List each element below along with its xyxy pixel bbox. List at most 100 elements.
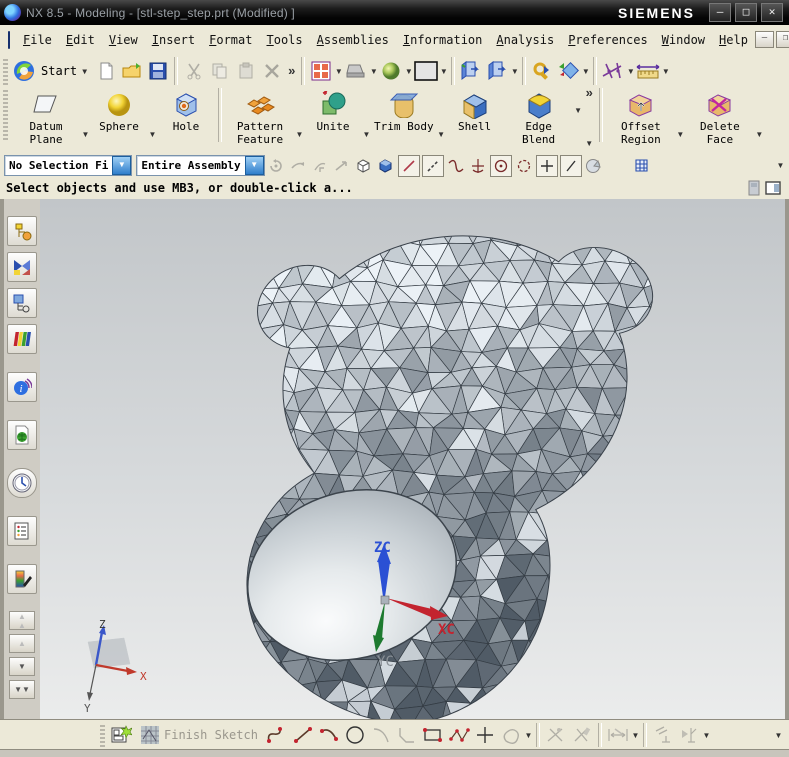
copy-icon[interactable]	[207, 58, 233, 84]
minimize-button[interactable]: –	[709, 3, 731, 22]
window-dock-icon[interactable]	[765, 180, 781, 196]
chevron-down-icon[interactable]: ▼	[404, 67, 413, 76]
chevron-down-icon[interactable]: ▼	[574, 106, 583, 115]
open-icon[interactable]	[119, 58, 145, 84]
dashed-circle-icon[interactable]	[514, 156, 534, 176]
chevron-down-icon[interactable]: ▼	[369, 67, 378, 76]
toolbar-grip[interactable]	[100, 723, 105, 747]
menu-analysis[interactable]: Analysis	[489, 30, 561, 50]
make-symmetric-icon[interactable]	[676, 722, 702, 748]
web-browser-icon[interactable]	[7, 420, 37, 450]
chevron-down-icon[interactable]: ▼	[295, 130, 304, 139]
feature-overflow-chevron[interactable]: »	[583, 88, 596, 98]
chamfer-icon[interactable]	[394, 722, 420, 748]
line-toggle-icon[interactable]	[398, 155, 420, 177]
rotate-icon[interactable]	[309, 155, 331, 177]
menu-window[interactable]: Window	[655, 30, 712, 50]
chevron-down-icon[interactable]: ▼	[112, 156, 131, 175]
move-icon[interactable]	[287, 155, 309, 177]
quick-trim-icon[interactable]	[543, 722, 569, 748]
pattern-feature-button[interactable]: Pattern Feature	[225, 88, 295, 152]
maximize-button[interactable]: □	[735, 3, 757, 22]
point-icon[interactable]	[472, 722, 498, 748]
menu-assemblies[interactable]: Assemblies	[310, 30, 396, 50]
window-in-icon[interactable]	[458, 58, 484, 84]
sketch-task-icon[interactable]	[108, 722, 134, 748]
chevron-down-icon[interactable]: ▼	[585, 139, 594, 148]
grid-snap-icon[interactable]	[631, 155, 653, 177]
edge-blend-button[interactable]: Edge Blend	[504, 88, 574, 152]
chevron-down-icon[interactable]: ▼	[676, 130, 685, 139]
part-navigator-icon[interactable]	[7, 288, 37, 318]
profile-icon[interactable]	[264, 722, 290, 748]
rectangle-icon[interactable]	[420, 722, 446, 748]
chevron-down-icon[interactable]: ▼	[774, 731, 783, 740]
chevron-down-icon[interactable]: ▼	[148, 130, 157, 139]
face-style-icon[interactable]	[413, 58, 439, 84]
finish-sketch-button[interactable]: Finish Sketch	[134, 723, 264, 747]
command-finder-icon[interactable]	[529, 58, 555, 84]
chevron-down-icon[interactable]: ▼	[439, 67, 448, 76]
transform-icon[interactable]	[331, 155, 353, 177]
constraint-navigator-icon[interactable]	[7, 252, 37, 282]
delete-face-button[interactable]: Delete Face	[685, 88, 755, 152]
chevron-down-icon[interactable]: ▼	[362, 130, 371, 139]
toolbar-grip[interactable]	[3, 57, 8, 84]
title-bar[interactable]: NX 8.5 - Modeling - [stl-step_step.prt (…	[0, 0, 789, 25]
chevron-down-icon[interactable]: ▼	[81, 130, 90, 139]
materials-icon[interactable]	[7, 564, 37, 594]
view-layout-icon[interactable]	[308, 58, 334, 84]
sphere-point-icon[interactable]	[583, 155, 605, 177]
new-icon[interactable]	[93, 58, 119, 84]
more-curves-icon[interactable]	[498, 722, 524, 748]
selection-scope-combo[interactable]: Entire Assembly ▼	[136, 155, 264, 176]
toolbar-overflow-chevron[interactable]: »	[285, 66, 298, 76]
unite-button[interactable]: Unite	[304, 88, 362, 152]
chevron-down-icon[interactable]: ▼	[755, 130, 764, 139]
ruler-icon[interactable]	[635, 58, 661, 84]
chevron-down-icon[interactable]: ▼	[661, 67, 670, 76]
scroll-bottom-icon[interactable]: ▼▼	[9, 680, 35, 699]
menu-insert[interactable]: Insert	[145, 30, 202, 50]
chevron-down-icon[interactable]: ▼	[437, 130, 446, 139]
chevron-down-icon[interactable]: ▼	[702, 731, 711, 740]
menu-information[interactable]: Information	[396, 30, 489, 50]
circle-icon[interactable]	[342, 722, 368, 748]
scroll-down-icon[interactable]: ▼	[9, 657, 35, 676]
measure-icon[interactable]	[600, 58, 626, 84]
nx-logo-icon[interactable]	[11, 58, 37, 84]
assembly-navigator-icon[interactable]	[7, 216, 37, 246]
shaded-view-icon[interactable]	[378, 58, 404, 84]
circle-center-icon[interactable]	[490, 155, 512, 177]
start-button[interactable]: Start ▼	[37, 62, 93, 80]
constraints-icon[interactable]	[650, 722, 676, 748]
studio-spline-icon[interactable]	[446, 722, 472, 748]
menu-edit[interactable]: Edit	[59, 30, 102, 50]
chevron-down-icon[interactable]: ▼	[631, 731, 640, 740]
chevron-down-icon[interactable]: ▼	[776, 161, 785, 170]
line-icon[interactable]	[290, 722, 316, 748]
cut-icon[interactable]	[181, 58, 207, 84]
arc-center-icon[interactable]	[468, 156, 488, 176]
dialog-rail-icon[interactable]	[747, 180, 761, 196]
menu-format[interactable]: Format	[202, 30, 259, 50]
slope-toggle-icon[interactable]	[560, 155, 582, 177]
menu-preferences[interactable]: Preferences	[561, 30, 654, 50]
chevron-down-icon[interactable]: ▼	[524, 731, 533, 740]
menu-tools[interactable]: Tools	[259, 30, 309, 50]
sphere-button[interactable]: Sphere	[90, 88, 148, 152]
shell-button[interactable]: Shell	[446, 88, 504, 152]
selection-filter-combo[interactable]: No Selection Fi ▼	[4, 155, 132, 176]
curve-toggle-icon[interactable]	[446, 156, 466, 176]
chevron-down-icon[interactable]: ▼	[581, 67, 590, 76]
close-button[interactable]: ✕	[761, 3, 783, 22]
chevron-down-icon[interactable]: ▼	[334, 67, 343, 76]
hd3d-tools-icon[interactable]: i	[7, 372, 37, 402]
process-studio-icon[interactable]	[7, 516, 37, 546]
hole-button[interactable]: Hole	[157, 88, 215, 152]
history-icon[interactable]	[7, 468, 37, 498]
arc-icon[interactable]	[316, 722, 342, 748]
chevron-down-icon[interactable]: ▼	[510, 67, 519, 76]
trim-body-button[interactable]: Trim Body	[371, 88, 437, 152]
offset-region-button[interactable]: Offset Region	[606, 88, 676, 152]
